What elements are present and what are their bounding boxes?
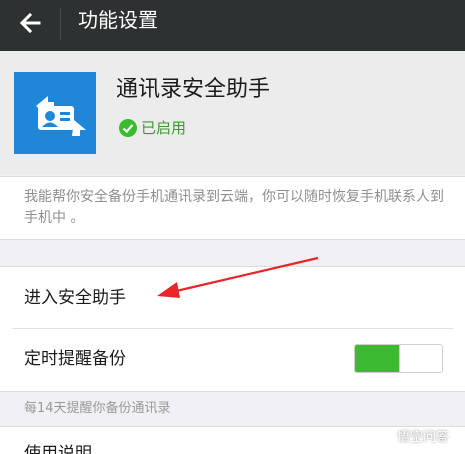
backup-hint-text: 每14天提醒你备份通讯录 (24, 401, 171, 416)
row-divider (12, 328, 453, 329)
app-header: 通讯录安全助手 已启用 (0, 51, 465, 175)
page-title: 功能设置 (78, 8, 158, 32)
toggle-fill (355, 345, 399, 372)
contacts-sync-icon (14, 72, 96, 154)
watermark: 悟空问答 (375, 426, 449, 445)
scheduled-backup-reminder-item: 定时提醒备份 (0, 328, 465, 391)
enter-assistant-label: 进入安全助手 (24, 288, 126, 308)
instructions-label: 使用说明 (24, 444, 92, 454)
description-panel: 我能帮你安全备份手机通讯录到云端，你可以随时恢复手机联系人到手机中 。 (0, 176, 465, 240)
enter-assistant-item[interactable]: 进入安全助手 (0, 266, 465, 328)
title-divider (60, 8, 61, 40)
description-text: 我能帮你安全备份手机通讯录到云端，你可以随时恢复手机联系人到手机中 。 (24, 189, 444, 226)
scheduled-backup-label: 定时提醒备份 (24, 349, 126, 369)
back-button[interactable] (14, 6, 48, 40)
check-circle-icon (119, 119, 137, 137)
title-bar: 功能设置 (0, 0, 465, 51)
watermark-text: 悟空问答 (397, 430, 450, 445)
chat-bubble-icon (376, 426, 392, 444)
backup-hint: 每14天提醒你备份通讯录 (0, 391, 465, 427)
backup-reminder-toggle[interactable] (354, 344, 443, 373)
status-badge: 已启用 (118, 117, 186, 139)
toggle-knob (398, 345, 442, 372)
app-name: 通讯录安全助手 (116, 77, 271, 102)
status-text: 已启用 (141, 119, 187, 137)
arrow-left-icon (19, 12, 41, 34)
